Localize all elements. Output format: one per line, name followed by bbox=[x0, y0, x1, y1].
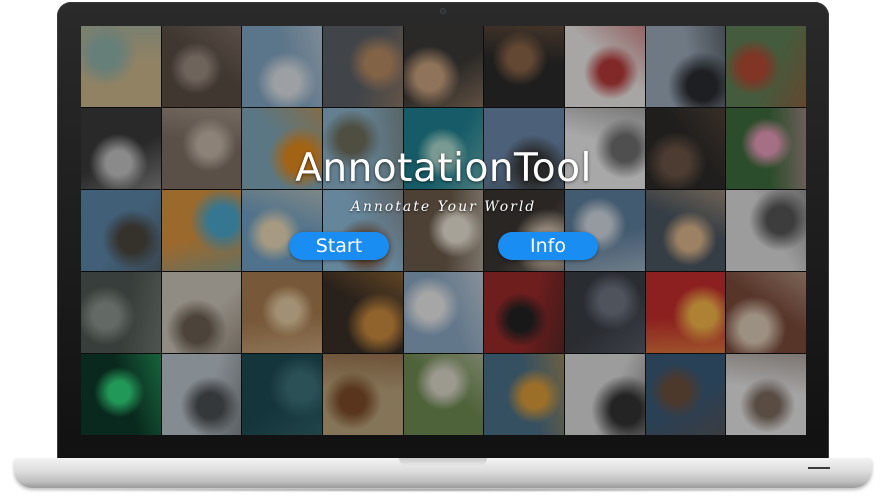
laptop-base bbox=[14, 458, 872, 492]
info-button[interactable]: Info bbox=[498, 232, 598, 260]
dark-overlay bbox=[81, 26, 806, 435]
app-title: AnnotationTool bbox=[295, 146, 592, 191]
app-screen: AnnotationTool Annotate Your World Start… bbox=[81, 26, 806, 435]
webcam-icon bbox=[440, 8, 446, 14]
power-indicator bbox=[808, 467, 830, 469]
start-button[interactable]: Start bbox=[289, 232, 389, 260]
app-tagline: Annotate Your World bbox=[350, 199, 537, 215]
lid-notch bbox=[399, 458, 487, 466]
